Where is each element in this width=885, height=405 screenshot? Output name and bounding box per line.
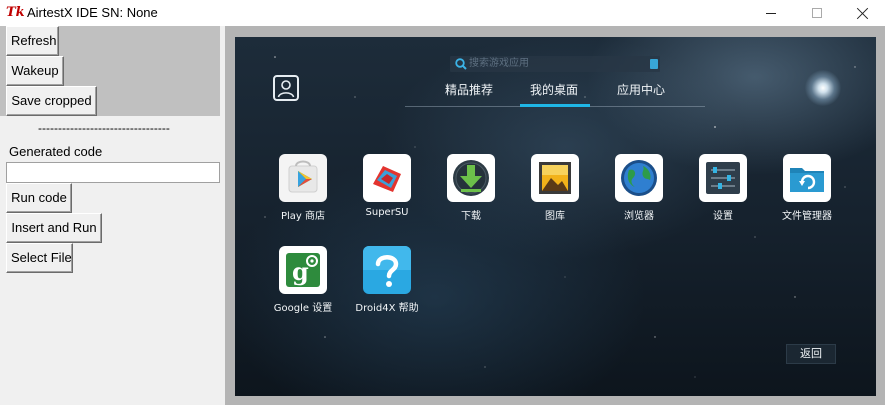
search-icon [455, 58, 467, 70]
generated-code-input[interactable] [6, 162, 220, 183]
control-panel: Refresh Wakeup Save cropped ------------… [0, 26, 225, 405]
refresh-button[interactable]: Refresh [6, 26, 59, 56]
wakeup-button[interactable]: Wakeup [6, 56, 64, 86]
app-label: 设置 [713, 211, 733, 222]
browser-icon [615, 154, 663, 202]
tk-app-icon: Tk [6, 5, 25, 20]
run-code-button[interactable]: Run code [6, 183, 72, 213]
tab-featured[interactable]: 精品推荐 [445, 81, 493, 98]
app-label: 浏览器 [624, 211, 654, 222]
file-manager-icon [783, 154, 831, 202]
search-clear-icon[interactable] [650, 59, 658, 69]
maximize-icon [812, 8, 822, 18]
app-label: 文件管理器 [782, 211, 832, 222]
tab-my-desktop[interactable]: 我的桌面 [530, 81, 578, 98]
window-title: AirtestX IDE SN: None [27, 5, 158, 20]
tab-app-center[interactable]: 应用中心 [617, 81, 665, 98]
separator-line: --------------------------------- [38, 121, 170, 135]
minimize-button[interactable] [748, 0, 794, 26]
app-gallery[interactable]: 图库 [510, 154, 600, 228]
active-tab-indicator [520, 104, 590, 107]
user-icon[interactable] [273, 75, 299, 101]
app-droid4x-help[interactable]: Droid4X 帮助 [342, 246, 432, 320]
save-cropped-button[interactable]: Save cropped [6, 86, 97, 116]
title-bar: Tk AirtestX IDE SN: None [0, 0, 885, 26]
app-google-settings[interactable]: g Google 设置 [258, 246, 348, 320]
select-file-button[interactable]: Select File [6, 243, 73, 273]
droid4x-help-icon [363, 246, 411, 294]
insert-and-run-button[interactable]: Insert and Run [6, 213, 102, 243]
app-supersu[interactable]: SuperSU [342, 154, 432, 228]
settings-icon [699, 154, 747, 202]
download-icon [447, 154, 495, 202]
play-store-icon [279, 154, 327, 202]
generated-code-label: Generated code [9, 144, 103, 159]
launcher-tabs: 精品推荐 我的桌面 应用中心 [405, 79, 705, 107]
app-download[interactable]: 下载 [426, 154, 516, 228]
app-label: 图库 [545, 211, 565, 222]
minimize-icon [766, 12, 776, 14]
app-label: SuperSU [365, 207, 409, 218]
app-browser[interactable]: 浏览器 [594, 154, 684, 228]
app-settings[interactable]: 设置 [678, 154, 768, 228]
app-play-store[interactable]: Play 商店 [258, 154, 348, 228]
close-button[interactable] [839, 0, 885, 26]
close-icon [856, 7, 869, 20]
gallery-icon [531, 154, 579, 202]
app-label: Play 商店 [280, 211, 326, 222]
device-screen[interactable]: 搜索游戏应用 精品推荐 我的桌面 应用中心 Play 商店 SuperSU 下载… [235, 37, 876, 396]
app-label: 下载 [461, 211, 481, 222]
app-file-manager[interactable]: 文件管理器 [762, 154, 852, 228]
app-label: Google 设置 [273, 303, 333, 314]
search-bar[interactable]: 搜索游戏应用 [450, 56, 660, 72]
galaxy-icon[interactable] [805, 70, 841, 106]
supersu-icon [363, 154, 411, 202]
back-button[interactable]: 返回 [786, 344, 836, 364]
search-placeholder: 搜索游戏应用 [469, 58, 529, 69]
app-label: Droid4X 帮助 [355, 303, 419, 314]
maximize-button[interactable] [794, 0, 840, 26]
google-settings-icon: g [279, 246, 327, 294]
